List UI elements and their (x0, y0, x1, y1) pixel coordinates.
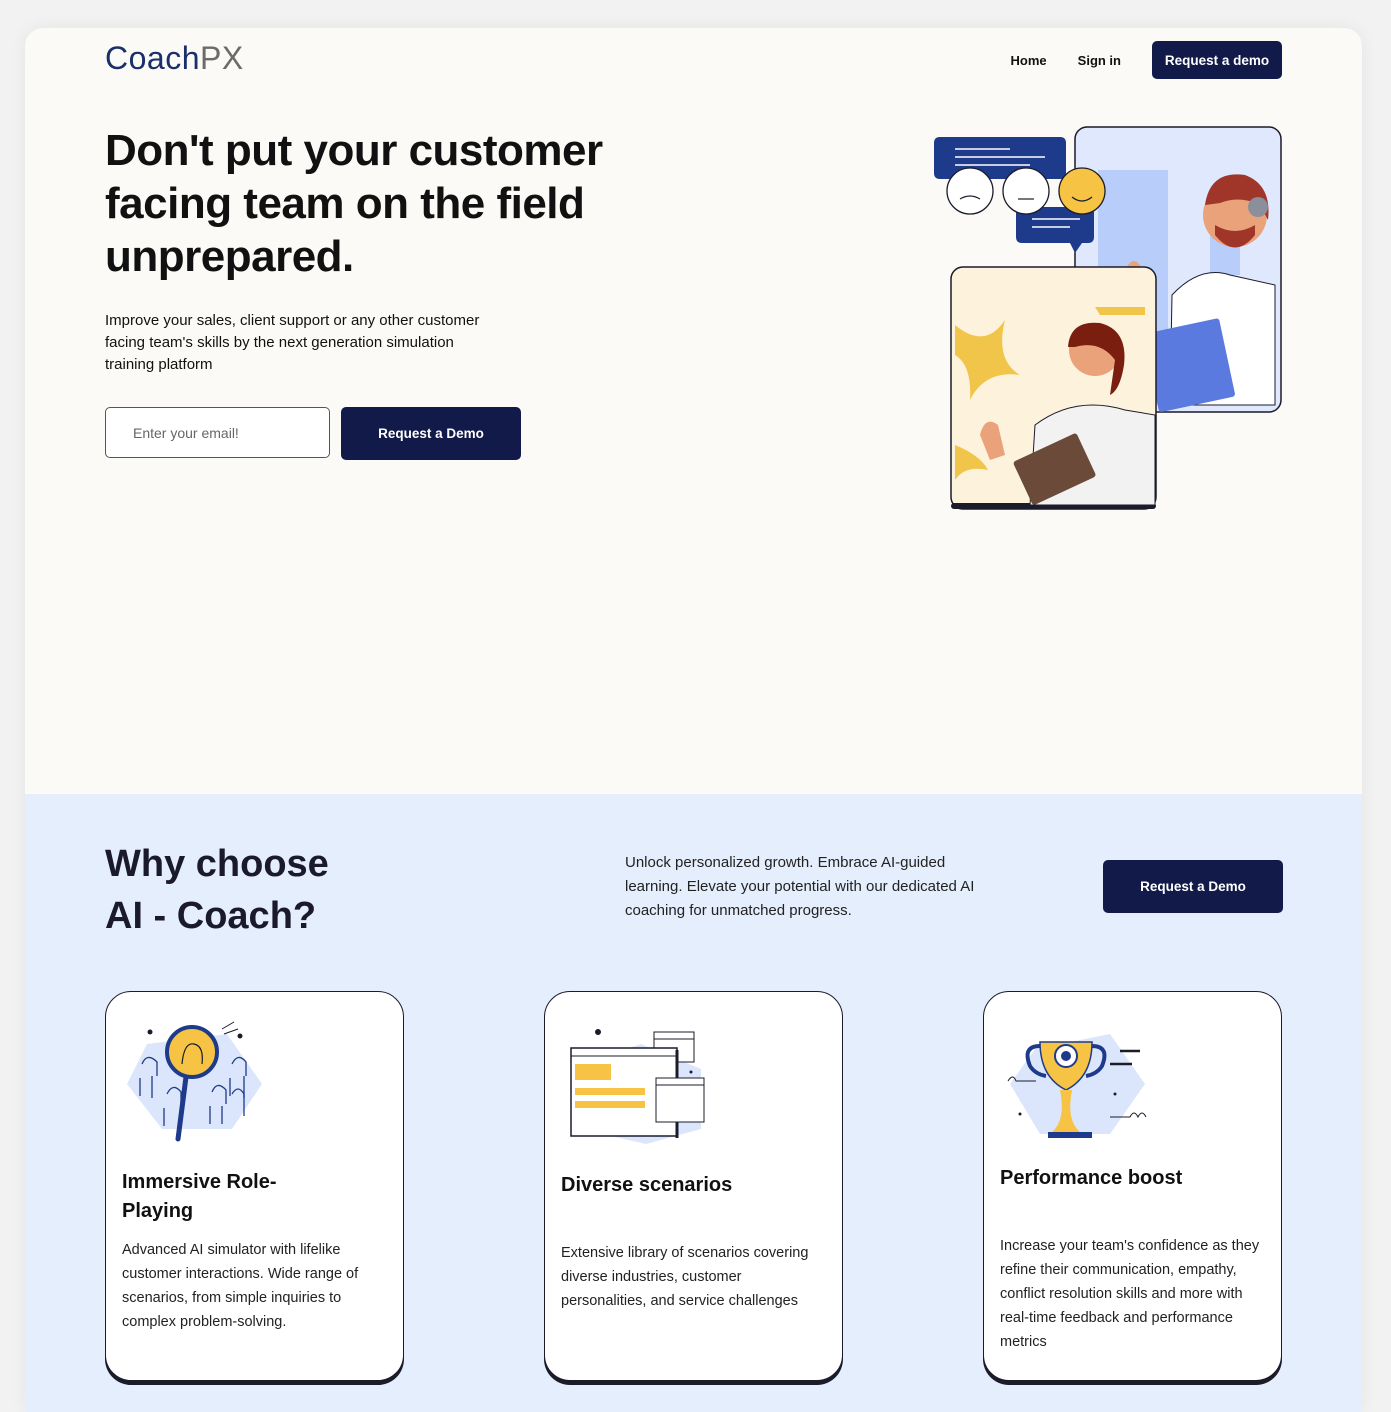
why-title-line1: Why choose (105, 843, 329, 885)
card-title: Diverse scenarios (561, 1174, 733, 1196)
hero-subtitle: Improve your sales, client support or an… (105, 312, 480, 373)
top-nav: Home Sign in Request a demo (1011, 41, 1282, 79)
why-title-line2: AI - Coach? (105, 895, 317, 937)
why-section: Why choose AI - Coach? Unlock personaliz… (25, 794, 1362, 1412)
page: CoachPX Home Sign in Request a demo Don'… (25, 28, 1362, 1412)
feature-card-performance: Performance boost Increase your team's c… (983, 991, 1282, 1381)
why-request-demo-button[interactable]: Request a Demo (1103, 860, 1283, 913)
nav-home-link[interactable]: Home (1011, 53, 1047, 68)
card-text: Extensive library of scenarios covering … (561, 1245, 809, 1309)
hero-title: Don't put your customer facing team on t… (105, 126, 603, 281)
feature-card-role-playing: Immersive Role-Playing Advanced AI simul… (105, 991, 404, 1381)
feature-card-scenarios: Diverse scenarios Extensive library of s… (544, 991, 843, 1381)
nav-signin-link[interactable]: Sign in (1078, 53, 1121, 68)
hero-illustration (910, 125, 1285, 520)
why-title: Why choose AI - Coach? (105, 838, 329, 942)
card-title: Performance boost (1000, 1167, 1183, 1189)
nav-request-demo-button[interactable]: Request a demo (1152, 41, 1282, 79)
logo[interactable]: CoachPX (105, 40, 244, 77)
why-description: Unlock personalized growth. Embrace AI-g… (625, 854, 975, 919)
card-text: Advanced AI simulator with lifelike cust… (122, 1242, 359, 1330)
hero-request-demo-button[interactable]: Request a Demo (341, 407, 521, 460)
trophy-icon (1007, 1034, 1147, 1138)
email-input[interactable] (105, 407, 330, 458)
logo-part-coach: Coach (105, 40, 200, 76)
magnifier-people-icon (127, 1021, 262, 1142)
logo-part-px: PX (200, 40, 244, 76)
browser-windows-icon (570, 1029, 705, 1144)
card-title: Immersive Role-Playing (122, 1171, 277, 1222)
card-text: Increase your team's confidence as they … (1000, 1238, 1260, 1350)
agent-woman-panel (950, 266, 1157, 510)
